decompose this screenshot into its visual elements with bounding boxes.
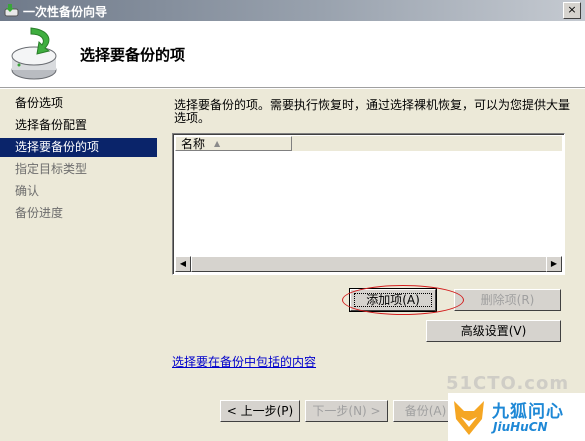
backup-drive-icon — [11, 27, 57, 80]
advanced-settings-button[interactable]: 高级设置(V) — [426, 320, 561, 342]
watermark-text: 51CTO.com — [446, 373, 570, 394]
previous-button[interactable]: < 上一步(P) — [220, 400, 300, 422]
add-items-button[interactable]: 添加项(A) — [349, 288, 437, 312]
scrollbar-thumb[interactable] — [191, 256, 548, 272]
sort-ascending-icon: ▲ — [214, 139, 221, 148]
next-button[interactable]: 下一步(N) > — [305, 400, 388, 422]
items-list[interactable]: 名称 ▲ ◀ ▶ — [172, 133, 565, 275]
brand-badge: 九狐问心 JiuHuCN — [448, 393, 585, 441]
fox-logo-icon — [454, 401, 484, 435]
brand-name-english: JiuHuCN — [493, 420, 548, 434]
step-backup-options: 备份选项 — [15, 96, 64, 110]
step-backup-progress: 备份进度 — [15, 206, 64, 220]
window-title: 一次性备份向导 — [23, 5, 108, 19]
column-header-label: 名称 — [181, 137, 206, 151]
wizard-steps-sidebar: 备份选项 选择备份配置 选择要备份的项 指定目标类型 确认 备份进度 — [0, 89, 160, 441]
wizard-header: 选择要备份的项 — [0, 21, 585, 88]
step-specify-destination-type: 指定目标类型 — [15, 162, 88, 176]
title-bar: 一次性备份向导 × — [0, 0, 585, 21]
instructions-text: 选择要备份的项。需要执行恢复时，通过选择裸机恢复，可以为您提供大量选项。 — [174, 98, 571, 125]
close-button[interactable]: × — [563, 2, 581, 19]
column-header-name[interactable]: 名称 ▲ — [175, 136, 292, 151]
step-select-backup-config: 选择备份配置 — [15, 118, 88, 132]
horizontal-scrollbar[interactable]: ◀ ▶ — [175, 256, 562, 272]
help-link-what-to-include[interactable]: 选择要在备份中包括的内容 — [172, 353, 316, 370]
list-header: 名称 ▲ — [175, 136, 562, 151]
step-select-items: 选择要备份的项 — [0, 138, 157, 157]
backup-app-icon — [4, 4, 19, 17]
scroll-right-arrow-icon[interactable]: ▶ — [546, 256, 562, 272]
scroll-left-arrow-icon[interactable]: ◀ — [175, 256, 191, 272]
remove-items-button[interactable]: 删除项(R) — [454, 289, 561, 311]
brand-name-chinese: 九狐问心 — [492, 402, 564, 422]
page-title: 选择要备份的项 — [80, 46, 186, 64]
step-confirmation: 确认 — [15, 184, 40, 198]
focus-rectangle — [354, 293, 432, 307]
